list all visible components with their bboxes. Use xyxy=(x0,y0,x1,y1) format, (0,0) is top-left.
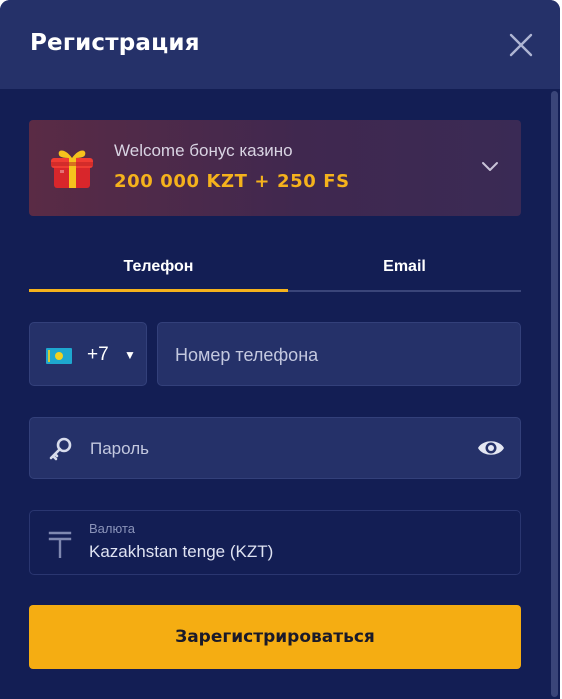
registration-modal: Регистрация Welcome бонус казино 200 000… xyxy=(0,0,560,699)
tenge-icon xyxy=(48,531,72,558)
auth-method-tabs: Телефон Email xyxy=(29,248,521,292)
gift-icon xyxy=(51,150,93,188)
bonus-amount: 200 000 KZT + 250 FS xyxy=(114,171,350,192)
password-field[interactable] xyxy=(29,417,521,480)
modal-header: Регистрация xyxy=(0,0,560,89)
phone-input[interactable] xyxy=(173,323,507,387)
tab-phone[interactable]: Телефон xyxy=(29,248,288,292)
country-code-select[interactable]: +7 ▼ xyxy=(29,322,147,386)
kazakhstan-flag-icon xyxy=(46,348,72,364)
chevron-down-icon[interactable] xyxy=(481,160,499,174)
eye-icon[interactable] xyxy=(476,436,506,460)
register-button[interactable]: Зарегистрироваться xyxy=(29,605,521,669)
bonus-subtitle: Welcome бонус казино xyxy=(114,141,293,160)
modal-title: Регистрация xyxy=(30,30,200,56)
flag-ornament xyxy=(48,350,50,362)
close-icon[interactable] xyxy=(507,31,535,59)
key-icon xyxy=(49,437,72,461)
currency-label: Валюта xyxy=(89,521,135,536)
currency-value: Kazakhstan tenge (KZT) xyxy=(89,542,274,561)
scrollbar-thumb[interactable] xyxy=(551,91,558,697)
welcome-bonus-selector[interactable]: Welcome бонус казино 200 000 KZT + 250 F… xyxy=(29,120,521,216)
caret-down-icon: ▼ xyxy=(124,348,136,362)
flag-sun xyxy=(55,352,63,360)
password-input[interactable] xyxy=(88,418,462,480)
country-code: +7 xyxy=(87,344,109,365)
tab-email[interactable]: Email xyxy=(288,248,521,292)
scrollbar[interactable] xyxy=(550,89,560,699)
phone-field[interactable] xyxy=(157,322,521,387)
currency-select[interactable]: Валюта Kazakhstan tenge (KZT) xyxy=(29,510,521,575)
